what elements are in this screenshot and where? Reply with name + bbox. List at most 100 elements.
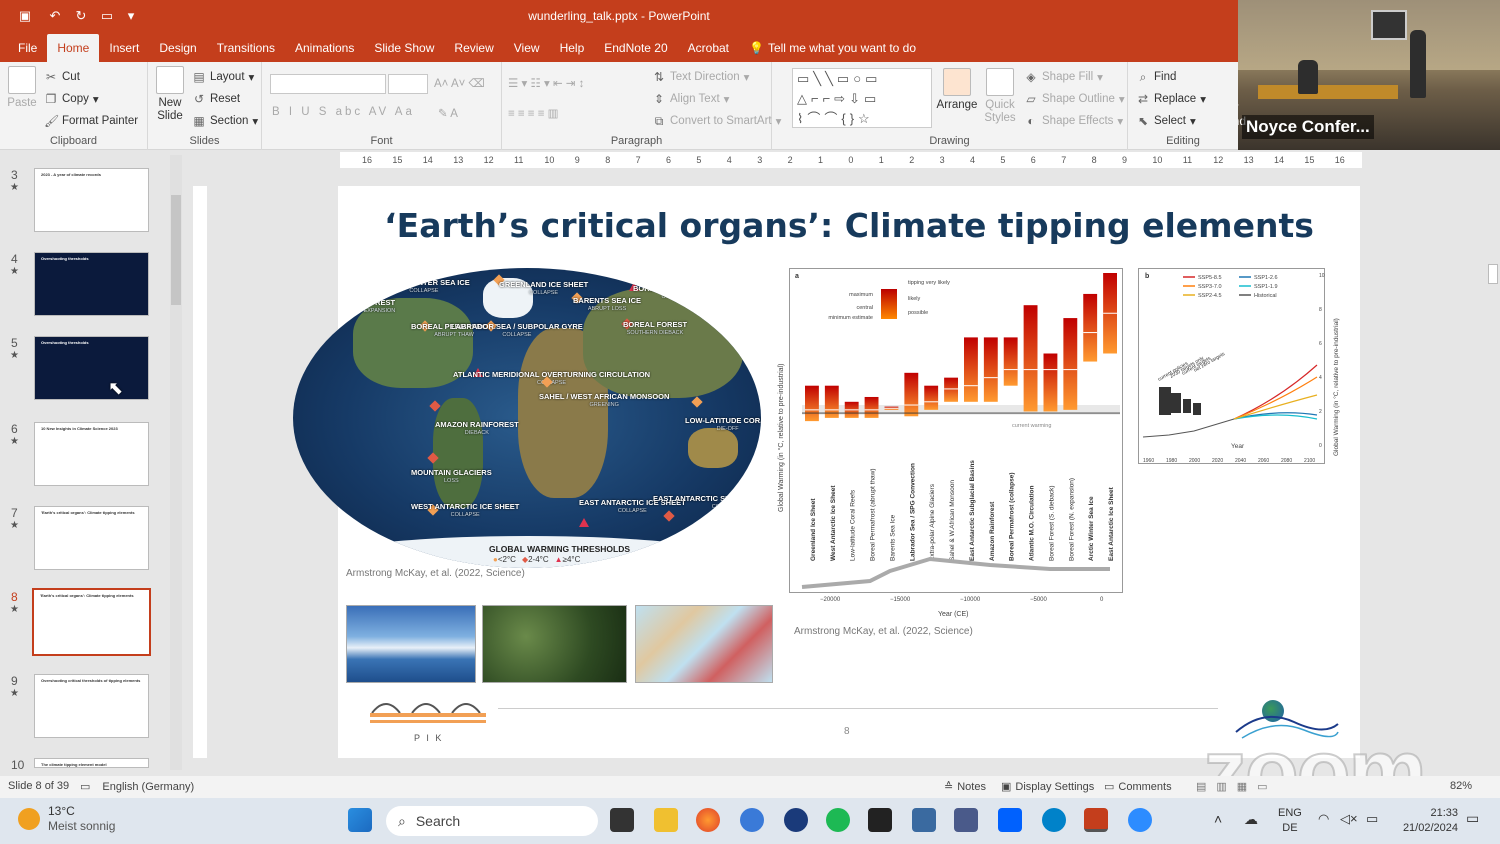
tab-view[interactable]: View bbox=[504, 34, 550, 62]
format-painter-button[interactable]: 🖌 Format Painter bbox=[44, 114, 138, 128]
notes-button[interactable]: ≙ Notes bbox=[944, 780, 986, 794]
tab-insert[interactable]: Insert bbox=[99, 34, 149, 62]
shape-outline-button[interactable]: ▱ Shape Outline ▾ bbox=[1024, 92, 1124, 106]
windows-start-icon[interactable] bbox=[348, 808, 372, 832]
font-color-row[interactable]: ✎ A bbox=[438, 106, 458, 120]
tab-design[interactable]: Design bbox=[149, 34, 206, 62]
slide-scroll-thumb[interactable] bbox=[1488, 264, 1498, 284]
file-explorer-icon[interactable] bbox=[654, 808, 678, 832]
shape-effects-button[interactable]: ◐ Shape Effects ▾ bbox=[1024, 114, 1123, 128]
view-buttons[interactable]: ▤▥▦▭ bbox=[1196, 780, 1278, 793]
arrange-button[interactable]: Arrange bbox=[936, 68, 978, 112]
clock[interactable]: 21:33 21/02/2024 bbox=[1396, 806, 1458, 836]
select-button[interactable]: ⬉ Select ▾ bbox=[1136, 114, 1196, 128]
thumbnail-scrollbar[interactable] bbox=[170, 155, 182, 770]
font-size-box[interactable] bbox=[388, 74, 428, 94]
tell-me-search[interactable]: 💡 Tell me what you want to do bbox=[749, 34, 916, 62]
slide-thumbnail[interactable]: 'Earth's critical organs': Climate tippi… bbox=[34, 506, 149, 570]
nextcloud-icon[interactable] bbox=[1042, 808, 1066, 832]
wifi-icon[interactable]: ◠ bbox=[1318, 811, 1329, 827]
cloud-sync-icon[interactable]: ☁ bbox=[1244, 811, 1258, 828]
shapes-gallery[interactable]: ▭╲╲▭○▭ △⌐⌐⇨⇩▭ ⌇⌒⌒{}☆ bbox=[792, 68, 932, 128]
x-tick-label: −10000 bbox=[960, 597, 981, 603]
slide-thumbnail[interactable]: Overshooting critical thresholds of tipp… bbox=[34, 674, 149, 738]
present-icon[interactable]: ▭ bbox=[100, 8, 114, 23]
thunderbird-icon[interactable] bbox=[740, 808, 764, 832]
paste-button[interactable]: Paste bbox=[6, 66, 38, 110]
slide-thumbnail[interactable]: 10 New Insights in Climate Science 2023 bbox=[34, 422, 149, 486]
zoom-level[interactable]: 82% bbox=[1450, 780, 1472, 792]
slide-scrollbar[interactable] bbox=[1486, 152, 1500, 772]
volume-muted-icon[interactable]: ◁× bbox=[1340, 811, 1358, 827]
quick-styles-button[interactable]: Quick Styles bbox=[982, 68, 1018, 125]
tab-file[interactable]: File bbox=[8, 34, 47, 62]
comments-button[interactable]: ▭ Comments bbox=[1104, 780, 1172, 794]
spotify-icon[interactable] bbox=[826, 808, 850, 832]
tab-endnote[interactable]: EndNote 20 bbox=[594, 34, 677, 62]
terminal-icon[interactable] bbox=[868, 808, 892, 832]
tray-chevron-icon[interactable]: ˄ bbox=[1214, 811, 1222, 827]
slide-thumbnail[interactable]: The climate tipping element model bbox=[34, 758, 149, 768]
slide-thumbnail[interactable]: 'Earth's critical organs': Climate tippi… bbox=[32, 588, 151, 656]
slide-thumbnail[interactable]: Overshooting thresholds bbox=[34, 252, 149, 316]
cut-button[interactable]: ✂ Cut bbox=[44, 70, 80, 84]
save-icon[interactable]: ▣ bbox=[18, 8, 32, 23]
undo-icon[interactable]: ↶ bbox=[48, 8, 62, 23]
language-indicator[interactable]: ▭ English (Germany) bbox=[80, 780, 194, 794]
projection-line-chart[interactable]: SSP5-8.5 SSP1-2.6 SSP3-7.0 SSP1-1.9 SSP2-4.5… bbox=[1138, 268, 1325, 464]
font-grow-shrink[interactable]: A˄ A˅ ⌫ bbox=[434, 76, 485, 90]
taskbar-search[interactable]: ⌕ Search bbox=[386, 806, 598, 836]
ice-sheet-diagram-image[interactable] bbox=[346, 605, 476, 683]
snipping-tool-icon[interactable] bbox=[912, 808, 936, 832]
section-button[interactable]: ▦ Section ▾ bbox=[192, 114, 258, 128]
text-direction-button[interactable]: ⇅ Text Direction ▾ bbox=[652, 70, 749, 84]
reset-button[interactable]: ↺ Reset bbox=[192, 92, 240, 106]
zoom-icon[interactable] bbox=[1128, 808, 1152, 832]
powerpoint-icon[interactable] bbox=[1084, 808, 1108, 832]
smartart-button[interactable]: ⧉ Convert to SmartArt ▾ bbox=[652, 114, 782, 128]
customize-toolbar-icon[interactable]: ▾ bbox=[124, 8, 138, 23]
redo-icon[interactable]: ↻ bbox=[74, 8, 88, 23]
battery-icon[interactable]: ▭ bbox=[1366, 811, 1378, 827]
video-thumbnail[interactable]: Crand Noyce Confer... bbox=[1238, 0, 1500, 150]
tab-animations[interactable]: Animations bbox=[285, 34, 364, 62]
replace-button[interactable]: ⇄ Replace ▾ bbox=[1136, 92, 1206, 106]
font-name-box[interactable] bbox=[270, 74, 386, 94]
tab-review[interactable]: Review bbox=[444, 34, 503, 62]
align-buttons[interactable]: ≡ ≡ ≡ ≡ ▥ bbox=[508, 106, 559, 120]
network-app-icon[interactable] bbox=[954, 808, 978, 832]
firefox-icon[interactable] bbox=[696, 808, 720, 832]
list-buttons[interactable]: ☰ ▾ ☷ ▾ ⇤ ⇥ ↕ bbox=[508, 76, 584, 90]
tab-acrobat[interactable]: Acrobat bbox=[678, 34, 739, 62]
dropbox-icon[interactable] bbox=[998, 808, 1022, 832]
tipping-elements-map[interactable]: ARCTIC WINTER SEA ICE COLLAPSE GREENLAND I… bbox=[293, 268, 761, 568]
tab-help[interactable]: Help bbox=[550, 34, 595, 62]
scroll-thumb[interactable] bbox=[171, 195, 181, 305]
font-format-row[interactable]: B I U S abc AV Aa bbox=[272, 106, 415, 118]
slide-thumbnail[interactable]: Overshooting thresholds bbox=[34, 336, 149, 400]
tab-transitions[interactable]: Transitions bbox=[207, 34, 285, 62]
tab-home[interactable]: Home bbox=[47, 34, 100, 62]
animation-star-icon: ★ bbox=[10, 688, 19, 699]
find-button[interactable]: ⌕ Find bbox=[1136, 70, 1177, 84]
display-settings-button[interactable]: ▣ Display Settings bbox=[1001, 780, 1094, 794]
ocean-circulation-image[interactable] bbox=[635, 605, 773, 683]
weather-widget[interactable]: 13°C Meist sonnig bbox=[18, 804, 115, 834]
shape-fill-button[interactable]: ◈ Shape Fill ▾ bbox=[1024, 70, 1103, 84]
align-text-button[interactable]: ⇕ Align Text ▾ bbox=[652, 92, 729, 106]
slide-title[interactable]: ‘Earth’s critical organs’: Climate tippi… bbox=[338, 206, 1360, 245]
layout-button[interactable]: ▤ Layout ▾ bbox=[192, 70, 254, 84]
ruler-tick: 4 bbox=[970, 155, 976, 165]
copy-button[interactable]: ❐ Copy ▾ bbox=[44, 92, 99, 106]
task-view-icon[interactable] bbox=[610, 808, 634, 832]
rainforest-image[interactable] bbox=[482, 605, 627, 683]
ruler-tick: 9 bbox=[1122, 155, 1128, 165]
new-slide-button[interactable]: New Slide bbox=[152, 66, 188, 123]
notification-icon[interactable]: ▭ bbox=[1466, 810, 1479, 827]
language-switch[interactable]: ENG DE bbox=[1278, 806, 1302, 836]
threshold-bar-chart[interactable]: Greenland Ice Sheet West Antarctic Ice Sh… bbox=[789, 268, 1123, 603]
app-icon-circle[interactable] bbox=[784, 808, 808, 832]
slide-canvas[interactable]: ‘Earth’s critical organs’: Climate tippi… bbox=[293, 186, 1360, 758]
slide-thumbnail[interactable]: 2023 - A year of climate records bbox=[34, 168, 149, 232]
tab-slide-show[interactable]: Slide Show bbox=[364, 34, 444, 62]
